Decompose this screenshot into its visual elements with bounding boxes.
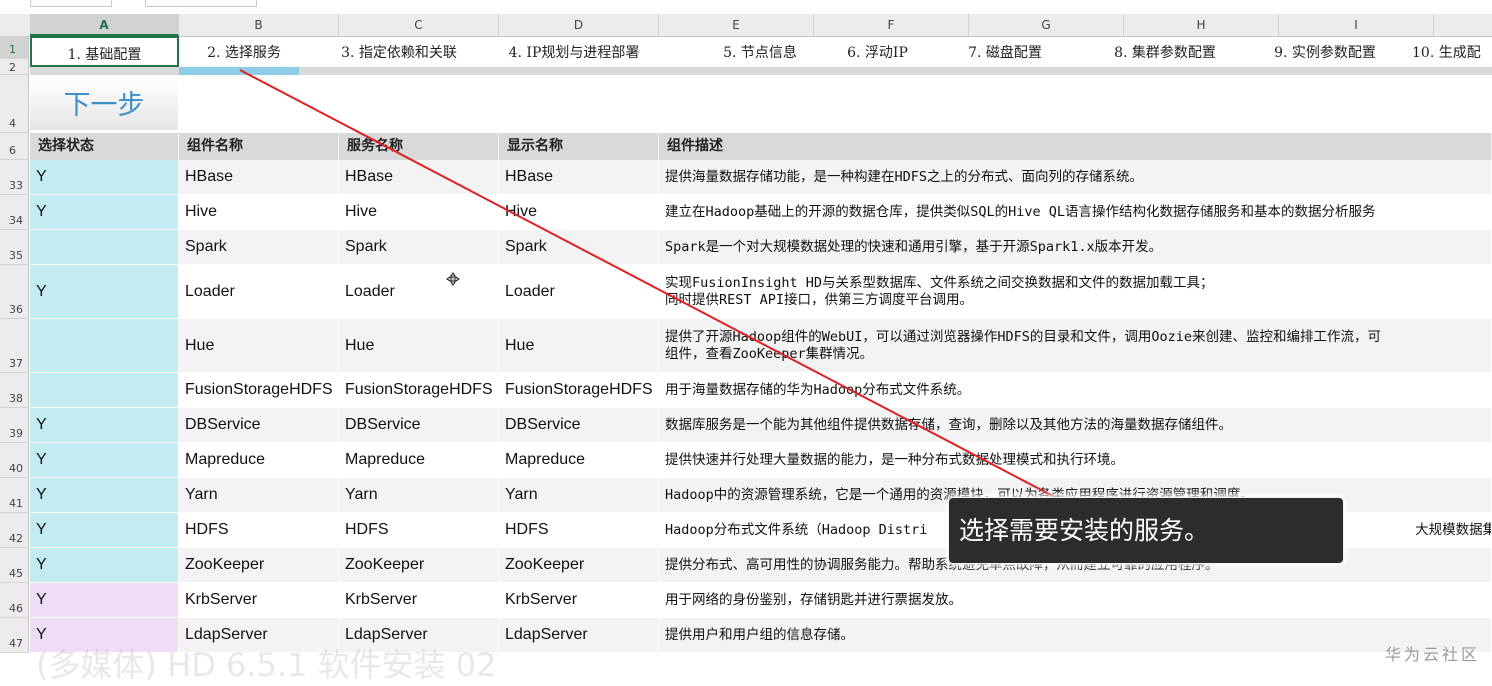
annotation-arrow-icon	[239, 69, 1080, 510]
brand-logo: 华为云社区	[1384, 645, 1480, 664]
video-watermark: (多媒体) HD 6.5.1 软件安装 02	[36, 646, 497, 684]
instruction-tooltip: 选择需要安装的服务。	[949, 498, 1343, 563]
